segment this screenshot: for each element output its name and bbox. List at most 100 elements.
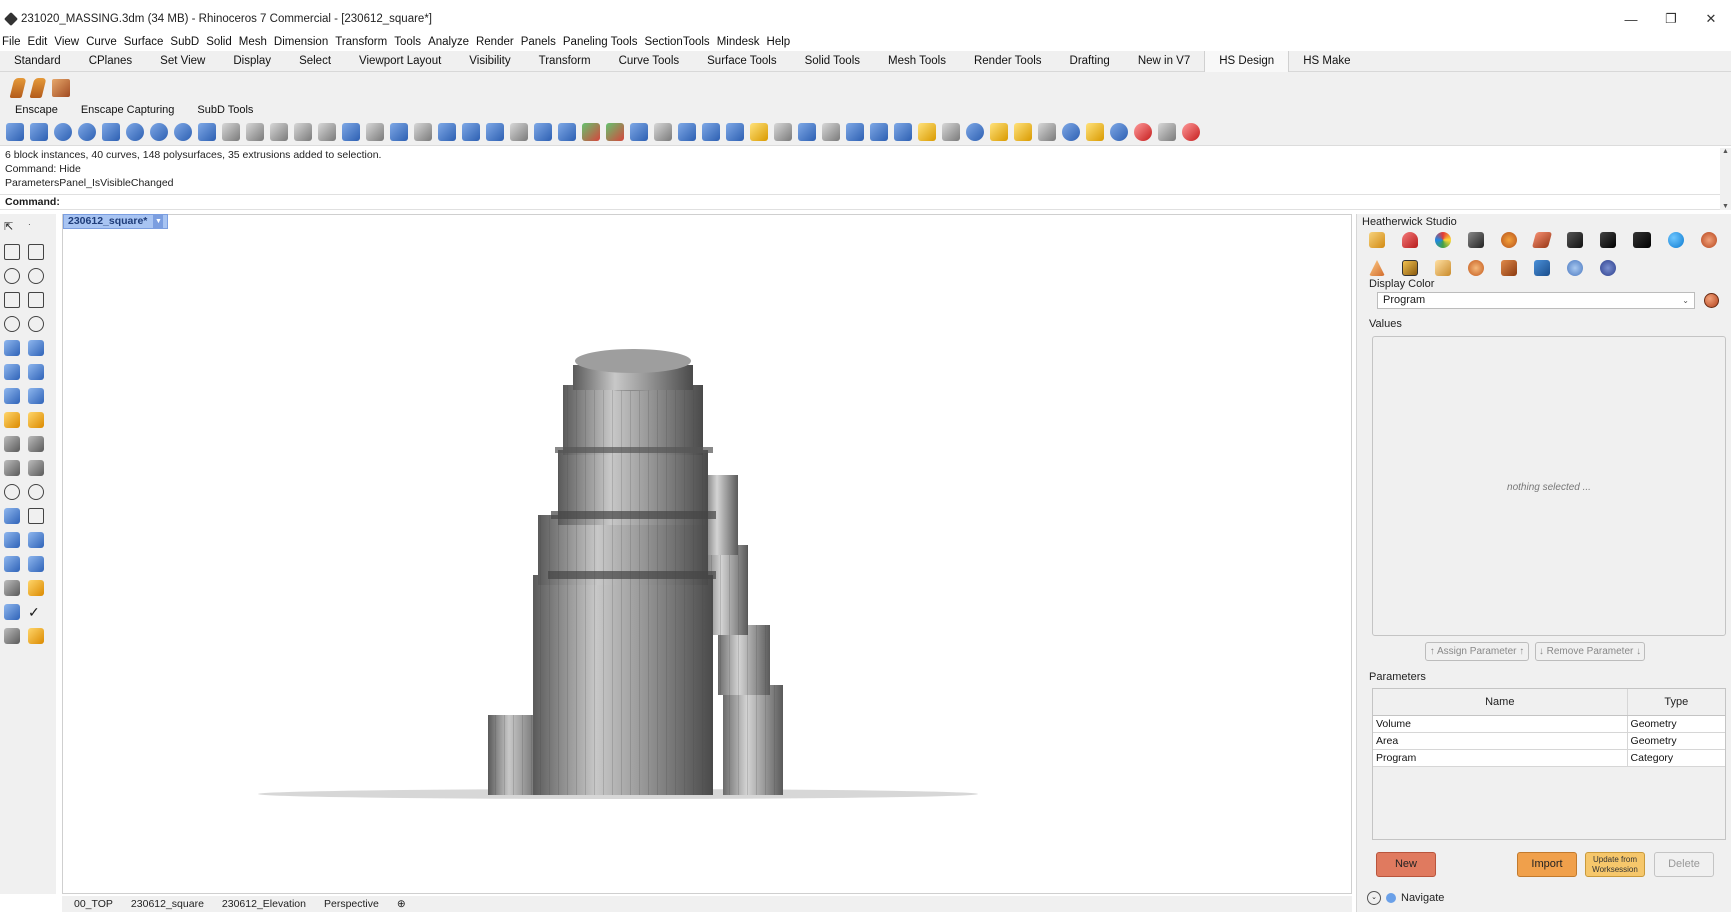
subd-plane-icon[interactable] bbox=[30, 122, 48, 141]
menu-dimension[interactable]: Dimension bbox=[274, 36, 328, 48]
subd-skin-icon[interactable] bbox=[294, 122, 312, 141]
tab-enscape[interactable]: Enscape bbox=[0, 102, 66, 118]
menu-paneling-tools[interactable]: Paneling Tools bbox=[563, 36, 638, 48]
subd-weld-icon[interactable] bbox=[870, 122, 888, 141]
subd-lattice-icon[interactable] bbox=[558, 122, 576, 141]
polygon-icon[interactable] bbox=[4, 316, 20, 332]
subd-split-icon[interactable] bbox=[678, 122, 696, 141]
text-icon[interactable] bbox=[4, 508, 20, 524]
menu-analyze[interactable]: Analyze bbox=[428, 36, 469, 48]
dimension-icon[interactable] bbox=[28, 532, 44, 548]
subd-ring-icon[interactable] bbox=[1062, 122, 1080, 141]
update-from-worksession-button[interactable]: Update from Worksession bbox=[1585, 852, 1645, 877]
menu-transform[interactable]: Transform bbox=[335, 36, 387, 48]
menu-view[interactable]: View bbox=[54, 36, 79, 48]
subd-ring-yellow-icon[interactable] bbox=[1086, 122, 1104, 141]
menu-panels[interactable]: Panels bbox=[521, 36, 556, 48]
subd-extrude-icon[interactable] bbox=[342, 122, 360, 141]
subd-sweep-icon[interactable] bbox=[270, 122, 288, 141]
grid-array-icon[interactable] bbox=[4, 580, 20, 596]
menu-curve[interactable]: Curve bbox=[86, 36, 117, 48]
subd-sphere-icon[interactable] bbox=[126, 122, 144, 141]
tab-curve-tools[interactable]: Curve Tools bbox=[605, 51, 694, 72]
monitor-icon[interactable] bbox=[1600, 232, 1616, 248]
tab-display[interactable]: Display bbox=[219, 51, 285, 72]
point-icon[interactable]: · bbox=[28, 220, 44, 236]
cylinder-icon[interactable] bbox=[4, 388, 20, 404]
scale-icon[interactable] bbox=[28, 508, 44, 524]
subd-gear-icon[interactable] bbox=[630, 122, 648, 141]
viewport-tab-top[interactable]: 00_TOP bbox=[72, 898, 115, 910]
subd-globe-icon[interactable] bbox=[198, 122, 216, 141]
tab-transform[interactable]: Transform bbox=[525, 51, 605, 72]
circle-icon[interactable] bbox=[4, 268, 20, 284]
subd-wrench-icon[interactable] bbox=[822, 122, 840, 141]
tools-icon[interactable] bbox=[1468, 232, 1484, 248]
material-ball-icon[interactable] bbox=[1701, 232, 1717, 248]
subd-pipe-icon[interactable] bbox=[222, 122, 240, 141]
subd-cube-icon[interactable] bbox=[438, 122, 456, 141]
restore-button[interactable]: ❐ bbox=[1651, 0, 1691, 38]
move-icon[interactable] bbox=[28, 412, 44, 428]
tab-solid-tools[interactable]: Solid Tools bbox=[791, 51, 874, 72]
new-button[interactable]: New bbox=[1376, 852, 1436, 877]
subd-sphere-grid-icon[interactable] bbox=[966, 122, 984, 141]
box-icon[interactable] bbox=[4, 364, 20, 380]
transform-icon[interactable] bbox=[4, 412, 20, 428]
menu-solid[interactable]: Solid bbox=[206, 36, 232, 48]
arc-icon[interactable] bbox=[4, 292, 20, 308]
viewport-tab-elevation[interactable]: 230612_Elevation bbox=[220, 898, 308, 910]
table-row[interactable]: Area Geometry bbox=[1373, 733, 1725, 750]
tab-mesh-tools[interactable]: Mesh Tools bbox=[874, 51, 960, 72]
command-scrollbar[interactable]: ▲ ▼ bbox=[1720, 148, 1731, 210]
add-viewport-icon[interactable]: ⊕ bbox=[395, 898, 408, 910]
export-icon[interactable] bbox=[1633, 232, 1651, 248]
subd-stack-icon[interactable] bbox=[1038, 122, 1056, 141]
chevron-down-circle-icon[interactable]: ⌄ bbox=[1367, 891, 1381, 905]
tab-render-tools[interactable]: Render Tools bbox=[960, 51, 1056, 72]
minimize-button[interactable]: — bbox=[1611, 0, 1651, 38]
subd-bevel-icon[interactable] bbox=[366, 122, 384, 141]
subd-no-icon[interactable] bbox=[1134, 122, 1152, 141]
render-icon[interactable] bbox=[4, 628, 20, 644]
viewport-tab-square[interactable]: 230612_square bbox=[129, 898, 206, 910]
subd-drop-icon[interactable] bbox=[78, 122, 96, 141]
building-icon[interactable] bbox=[1369, 232, 1385, 248]
subd-grid-icon[interactable] bbox=[486, 122, 504, 141]
subd-colored-mesh-icon[interactable] bbox=[606, 122, 624, 141]
subd-cone-icon[interactable] bbox=[54, 122, 72, 141]
command-line[interactable]: Command: bbox=[0, 194, 1720, 210]
subd-join-icon[interactable] bbox=[846, 122, 864, 141]
search-icon[interactable] bbox=[1468, 260, 1484, 276]
tab-select[interactable]: Select bbox=[285, 51, 345, 72]
check-circle-icon[interactable] bbox=[1567, 260, 1583, 276]
menu-edit[interactable]: Edit bbox=[28, 36, 48, 48]
subd-torus-icon[interactable] bbox=[174, 122, 192, 141]
hs-brush-icon[interactable] bbox=[29, 78, 47, 98]
subd-ring-blue-icon[interactable] bbox=[1110, 122, 1128, 141]
subd-pencil-icon[interactable] bbox=[750, 122, 768, 141]
menu-help[interactable]: Help bbox=[767, 36, 791, 48]
subd-loft-icon[interactable] bbox=[246, 122, 264, 141]
hs-pen-icon[interactable] bbox=[9, 78, 27, 98]
navigate-row[interactable]: ⌄ Navigate bbox=[1367, 891, 1444, 905]
color-wheel-icon[interactable] bbox=[1435, 232, 1451, 248]
remove-parameter-button[interactable]: ↓ Remove Parameter ↓ bbox=[1535, 642, 1645, 661]
surface-edit-icon[interactable] bbox=[28, 340, 44, 356]
subd-flag-icon[interactable] bbox=[990, 122, 1008, 141]
ellipse-icon[interactable] bbox=[28, 268, 44, 284]
delete-button[interactable]: Delete bbox=[1654, 852, 1714, 877]
roof-icon[interactable] bbox=[1369, 260, 1385, 276]
viewport-tab[interactable]: 230612_square* ▼ bbox=[63, 214, 169, 229]
subd-vertex-icon[interactable] bbox=[774, 122, 792, 141]
menu-surface[interactable]: Surface bbox=[124, 36, 164, 48]
hs-block-icon[interactable] bbox=[52, 79, 70, 97]
bucket-icon[interactable] bbox=[1402, 232, 1418, 248]
menu-file[interactable]: File bbox=[2, 36, 21, 48]
rotate-icon[interactable] bbox=[4, 484, 20, 500]
menu-sectiontools[interactable]: SectionTools bbox=[644, 36, 709, 48]
perspective-viewport[interactable] bbox=[62, 214, 1352, 894]
subd-dodeca-icon[interactable] bbox=[462, 122, 480, 141]
menu-mindesk[interactable]: Mindesk bbox=[717, 36, 760, 48]
select-arrow-icon[interactable]: ⇱ bbox=[4, 220, 20, 236]
